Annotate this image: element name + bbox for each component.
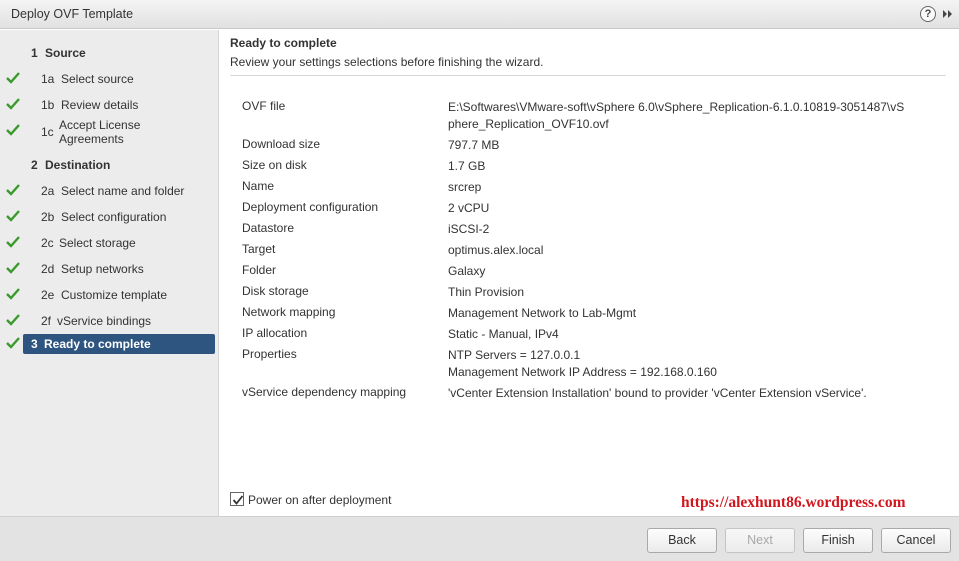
step-label: Select source (61, 72, 134, 86)
setting-value: Static - Manual, IPv4 (448, 327, 559, 341)
checkbox-box[interactable] (230, 492, 244, 506)
step-number: 2f (41, 314, 52, 328)
setting-key: Folder (242, 263, 277, 277)
title-bar: Deploy OVF Template ? (0, 0, 959, 29)
check-icon (6, 98, 20, 110)
check-icon (6, 72, 20, 84)
finish-button[interactable]: Finish (803, 528, 873, 553)
next-button[interactable]: Next (725, 528, 795, 553)
step-label: vService bindings (57, 314, 152, 328)
step-setup-networks[interactable]: 2d Setup networks (0, 256, 219, 282)
setting-value: optimus.alex.local (448, 243, 544, 257)
setting-key: Size on disk (242, 158, 307, 172)
step-label: Select name and folder (61, 184, 185, 198)
setting-value: Galaxy (448, 264, 486, 278)
setting-value: Management Network to Lab-Mgmt (448, 306, 637, 320)
step-label: Review details (61, 98, 139, 112)
check-icon (6, 210, 20, 222)
step-source-header: 1 Source (0, 40, 219, 66)
step-number: 1c (41, 125, 54, 139)
wizard-steps-sidebar: 1 Source 1a Select source 1b Review deta… (0, 30, 219, 516)
back-button[interactable]: Back (647, 528, 717, 553)
check-icon (6, 337, 20, 349)
step-select-name-folder[interactable]: 2a Select name and folder (0, 178, 219, 204)
setting-key: Target (242, 242, 276, 256)
help-icon[interactable]: ? (920, 6, 936, 22)
setting-value: 1.7 GB (448, 159, 486, 173)
setting-key: IP allocation (242, 326, 308, 340)
step-accept-license[interactable]: 1c Accept License Agreements (0, 118, 219, 148)
step-ready-to-complete[interactable]: 3 Ready to complete (0, 334, 219, 360)
step-number: 1 (31, 46, 38, 60)
setting-key: OVF file (242, 99, 286, 113)
setting-value: Thin Provision (448, 285, 525, 299)
setting-value: 2 vCPU (448, 201, 490, 215)
divider (230, 75, 946, 76)
page-title: Ready to complete (230, 36, 337, 50)
step-destination-header: 2 Destination (0, 152, 219, 178)
step-number: 1b (41, 98, 55, 112)
page-subtitle: Review your settings selections before f… (230, 55, 544, 69)
setting-key: Download size (242, 137, 321, 151)
check-icon (6, 314, 20, 326)
setting-key: Datastore (242, 221, 295, 235)
check-icon (6, 262, 20, 274)
setting-value: iSCSI-2 (448, 222, 490, 236)
setting-key: Deployment configuration (242, 200, 379, 214)
check-icon (6, 236, 20, 248)
step-number: 3 (31, 337, 38, 351)
wizard-footer: Back Next Finish Cancel (0, 516, 959, 561)
window-title: Deploy OVF Template (11, 7, 134, 21)
step-number: 2d (41, 262, 55, 276)
step-label: Select configuration (61, 210, 167, 224)
step-label: Select storage (59, 236, 136, 250)
setting-value: NTP Servers = 127.0.0.1 Management Netwo… (448, 348, 717, 379)
setting-value: 797.7 MB (448, 138, 500, 152)
step-label: Ready to complete (44, 337, 151, 351)
setting-value: 'vCenter Extension Installation' bound t… (448, 386, 867, 400)
setting-key: Name (242, 179, 275, 193)
step-label: Setup networks (61, 262, 144, 276)
expand-icon[interactable] (941, 6, 955, 22)
step-label: Accept License Agreements (59, 118, 141, 146)
check-icon (6, 184, 20, 196)
step-number: 2e (41, 288, 55, 302)
step-label: Source (45, 46, 86, 60)
step-number: 2b (41, 210, 55, 224)
step-label: Destination (45, 158, 111, 172)
step-review-details[interactable]: 1b Review details (0, 92, 219, 118)
cancel-button[interactable]: Cancel (881, 528, 951, 553)
main-panel: Ready to complete Review your settings s… (230, 36, 946, 69)
step-number: 2 (31, 158, 38, 172)
check-icon (6, 124, 20, 136)
setting-key: Network mapping (242, 305, 336, 319)
step-number: 1a (41, 72, 55, 86)
setting-value: srcrep (448, 180, 482, 194)
setting-key: vService dependency mapping (242, 385, 407, 399)
step-label: Customize template (61, 288, 168, 302)
watermark-url: https://alexhunt86.wordpress.com (681, 494, 906, 511)
setting-key: Disk storage (242, 284, 309, 298)
power-on-label: Power on after deployment (248, 493, 392, 507)
step-select-storage[interactable]: 2c Select storage (0, 230, 219, 256)
step-select-source[interactable]: 1a Select source (0, 66, 219, 92)
setting-key: Properties (242, 347, 297, 361)
step-number: 2a (41, 184, 55, 198)
checkmark-icon (232, 495, 244, 505)
setting-value: E:\Softwares\VMware-soft\vSphere 6.0\vSp… (448, 100, 905, 131)
step-number: 2c (41, 236, 54, 250)
check-icon (6, 288, 20, 300)
step-customize-template[interactable]: 2e Customize template (0, 282, 219, 308)
step-select-configuration[interactable]: 2b Select configuration (0, 204, 219, 230)
step-vservice-bindings[interactable]: 2f vService bindings (0, 308, 219, 334)
